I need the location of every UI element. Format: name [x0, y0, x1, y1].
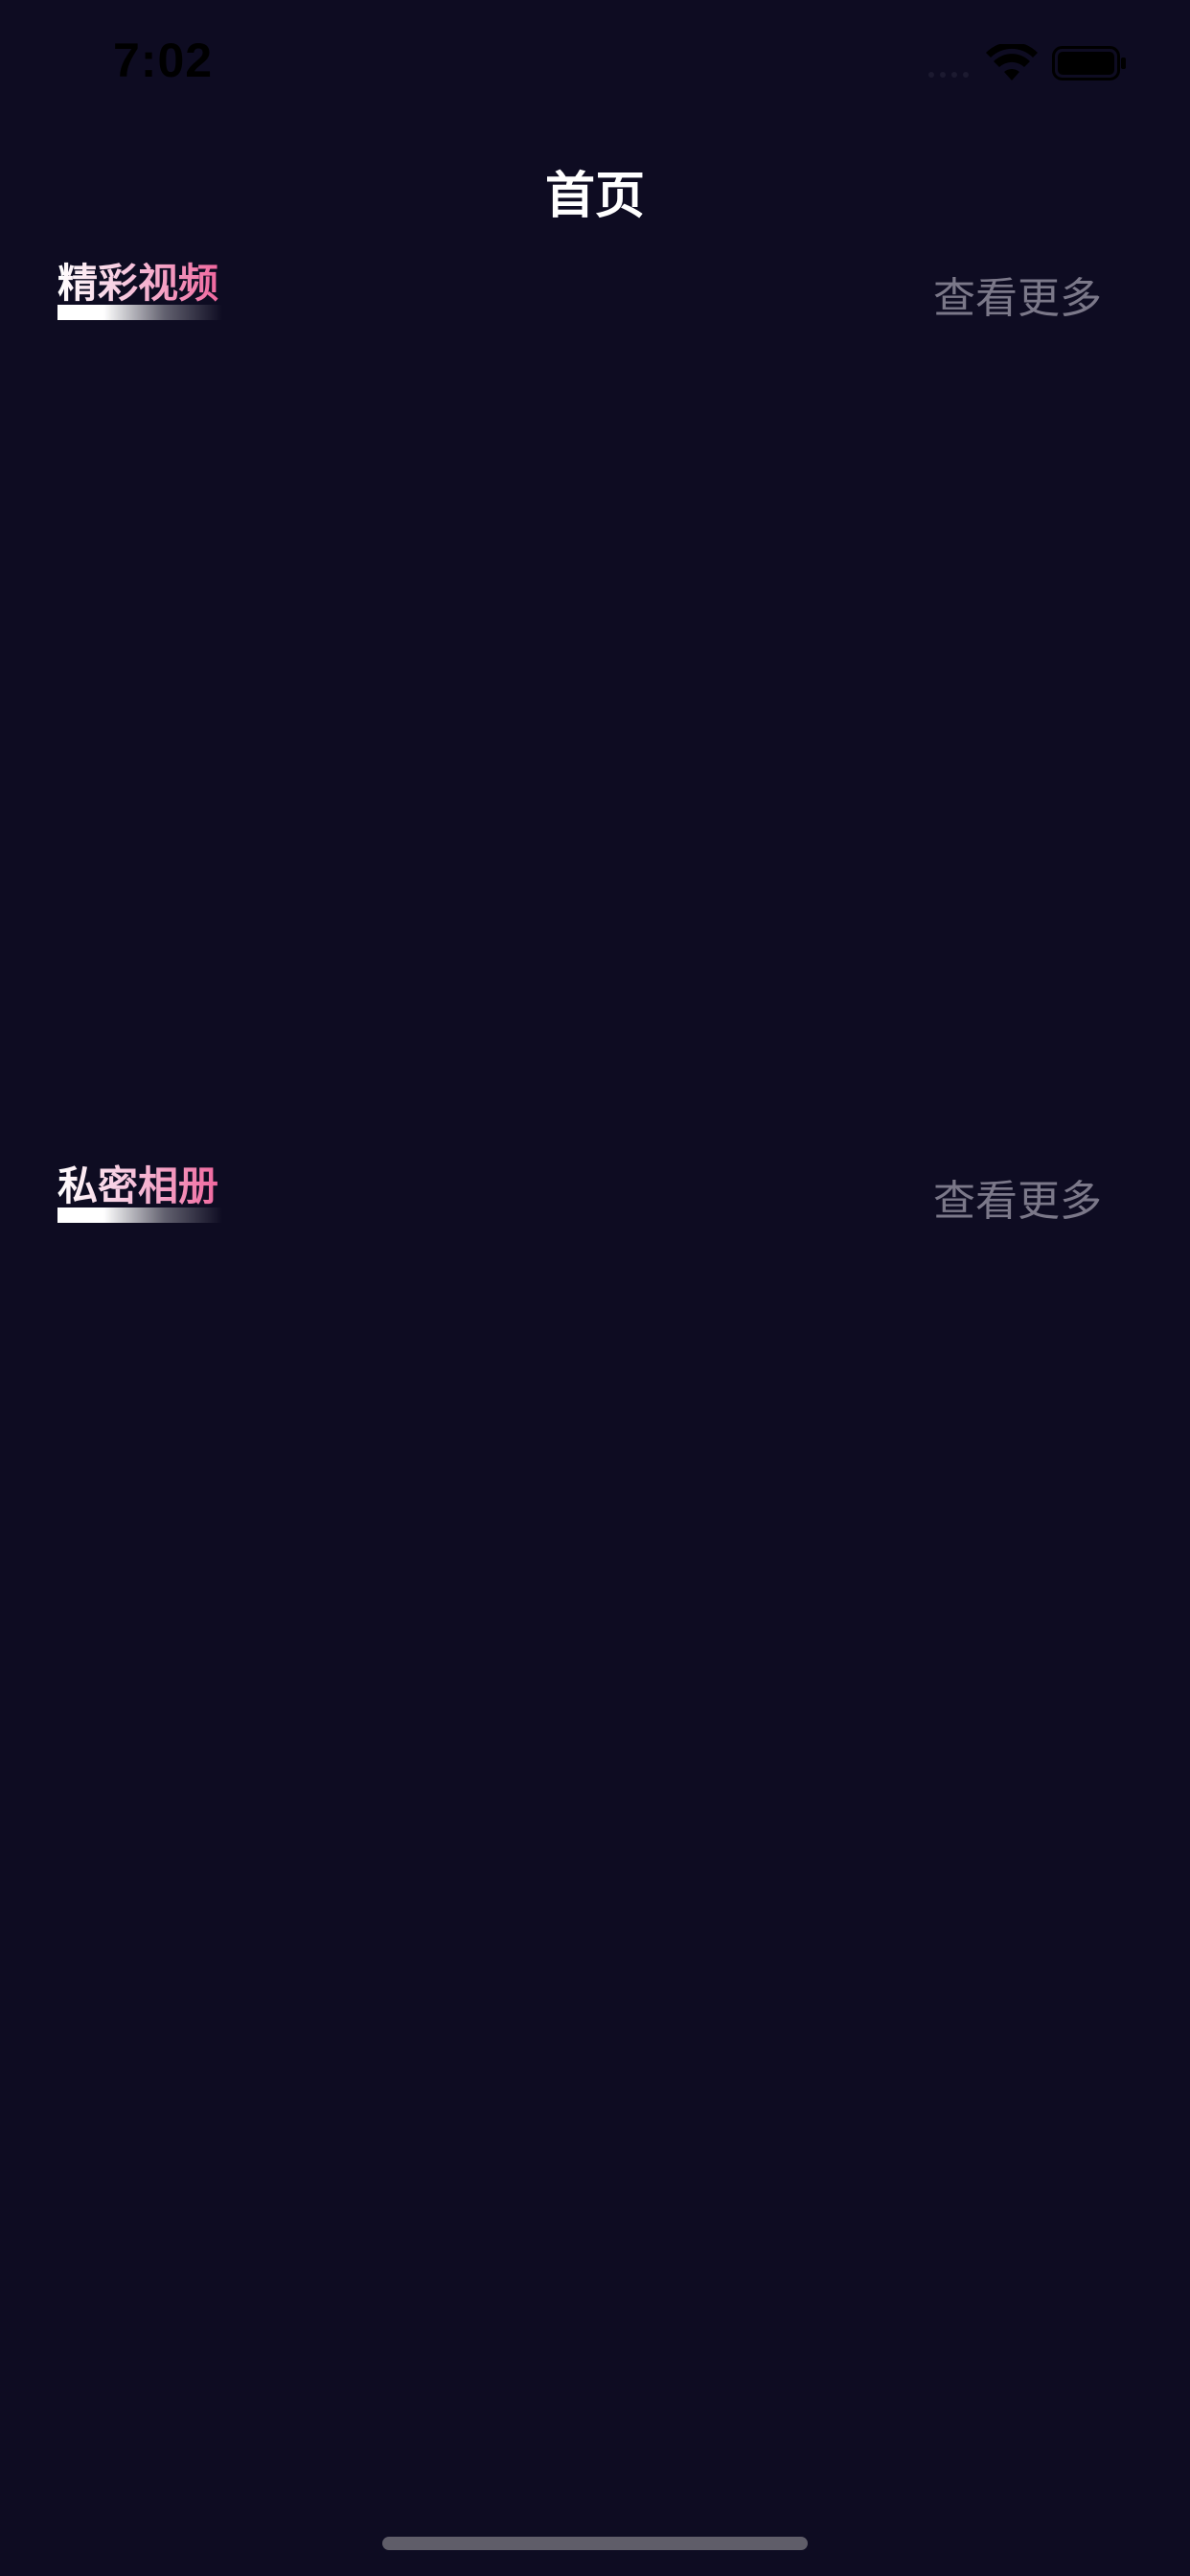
- status-bar: 7:02: [0, 0, 1190, 134]
- wifi-icon: [986, 44, 1038, 80]
- view-more-albums-link[interactable]: 查看更多: [933, 1173, 1102, 1230]
- videos-content-area: [57, 335, 1133, 1140]
- section-title: 私密相册: [57, 1158, 218, 1215]
- view-more-videos-link[interactable]: 查看更多: [933, 270, 1102, 328]
- signal-icon: [928, 72, 969, 78]
- section-header-videos: 精彩视频 查看更多: [0, 255, 1190, 332]
- home-indicator[interactable]: [382, 2537, 808, 2550]
- section-title-wrap: 私密相册: [57, 1158, 222, 1227]
- page-title: 首页: [544, 168, 645, 225]
- battery-icon: [1052, 46, 1126, 80]
- section-title: 精彩视频: [57, 255, 218, 312]
- status-time: 7:02: [113, 34, 214, 87]
- section-title-wrap: 精彩视频: [57, 255, 222, 324]
- section-header-albums: 私密相册 查看更多: [0, 1158, 1190, 1234]
- albums-content-area: [57, 1238, 1133, 2484]
